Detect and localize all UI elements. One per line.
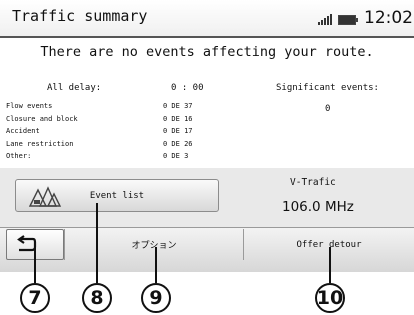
- event-value: 0 DE 26: [163, 139, 193, 148]
- traffic-summary-screen: Traffic summary 12:02 There are no event…: [0, 0, 414, 272]
- callout-10: 10: [315, 283, 345, 313]
- traffic-source-frequency: 106.0 MHz: [282, 199, 354, 215]
- battery-icon: [338, 15, 358, 25]
- offer-detour-button[interactable]: Offer detour: [244, 229, 414, 260]
- options-button[interactable]: オプション: [64, 229, 244, 260]
- signal-bars-icon: [318, 14, 332, 25]
- back-button[interactable]: [6, 229, 64, 260]
- page-title: Traffic summary: [12, 7, 148, 25]
- event-label: Lane restriction: [6, 139, 74, 148]
- traffic-source-name: V-Trafic: [290, 177, 336, 188]
- callout-9: 9: [141, 283, 171, 313]
- event-list-label: Event list: [89, 190, 145, 201]
- event-list-button[interactable]: Event list: [15, 179, 219, 212]
- clock: 12:02: [364, 8, 413, 28]
- event-value: 0 DE 17: [163, 127, 193, 135]
- all-delay-label: All delay:: [47, 83, 102, 93]
- options-label: オプション: [131, 241, 177, 251]
- event-values: 0 DE 37 0 DE 16 0 DE 17 0 DE 26 0 DE 3: [163, 100, 193, 163]
- event-labels: Flow events Closure and block Accident L…: [6, 100, 78, 163]
- route-status-message: There are no events affecting your route…: [40, 44, 374, 60]
- traffic-event-icon: [28, 186, 62, 207]
- offer-detour-label: Offer detour: [296, 239, 362, 250]
- event-label: Flow events: [6, 102, 53, 110]
- callout-8: 8: [82, 283, 112, 313]
- status-bar: Traffic summary 12:02: [0, 0, 414, 38]
- significant-events-value: 0: [325, 104, 331, 114]
- event-value: 0 DE 37: [163, 102, 193, 110]
- callout-7: 7: [20, 283, 50, 313]
- event-value: 0 DE 3: [163, 152, 189, 160]
- event-label: Closure and block: [6, 114, 78, 123]
- event-label: Other:: [6, 152, 32, 160]
- event-value: 0 DE 16: [163, 114, 193, 123]
- significant-events-label: Significant events:: [276, 83, 379, 93]
- back-arrow-icon: [17, 235, 37, 252]
- event-label: Accident: [6, 127, 40, 135]
- all-delay-value: 0 : 00: [171, 83, 204, 93]
